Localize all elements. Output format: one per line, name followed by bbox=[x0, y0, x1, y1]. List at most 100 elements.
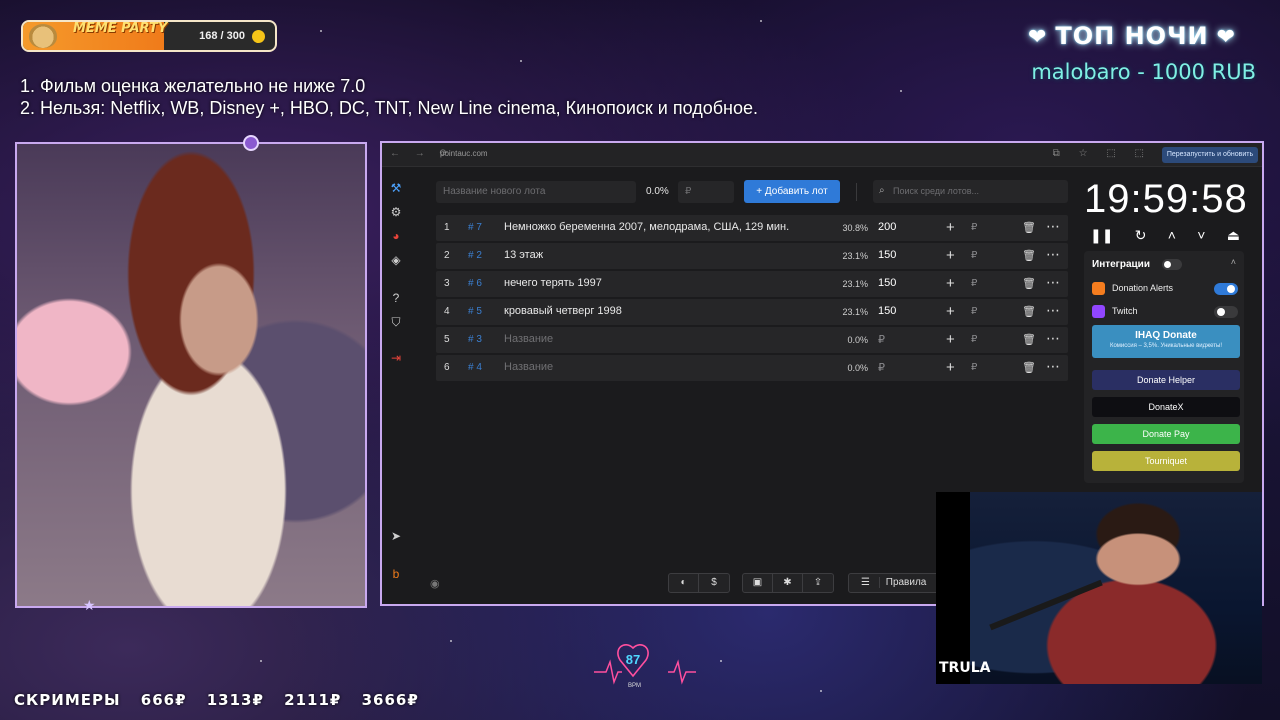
trash-icon[interactable]: 🗑 bbox=[1022, 361, 1036, 374]
donation-alerts-label: Donation Alerts bbox=[1112, 283, 1174, 293]
add-amount-icon[interactable]: + bbox=[946, 303, 955, 320]
pause-icon[interactable]: ❚❚ bbox=[1090, 227, 1113, 244]
doge-icon bbox=[29, 24, 57, 48]
lot-id: # 6 bbox=[468, 278, 482, 289]
new-lot-price-input[interactable]: ₽ bbox=[678, 181, 734, 203]
new-lot-input[interactable]: Название нового лота bbox=[436, 181, 636, 203]
list-icon: ☰ bbox=[855, 577, 880, 588]
app-sidebar: ⚒ ⚙ ◕ ◈ ? ⛉ ⇥ ➤ b bbox=[382, 167, 410, 604]
bug-icon[interactable]: ✱ bbox=[773, 574, 803, 592]
lot-name[interactable]: 13 этаж bbox=[504, 249, 543, 261]
shield-icon[interactable]: ⛉ bbox=[389, 315, 403, 329]
donation-alerts-icon bbox=[1092, 282, 1105, 295]
reset-icon[interactable]: ↻ bbox=[1135, 227, 1147, 244]
chevron-up-icon[interactable]: ˄ bbox=[1231, 257, 1236, 267]
github-icon[interactable]: ◐ bbox=[669, 574, 699, 592]
integrations-header: Интеграции bbox=[1092, 259, 1150, 270]
eye-icon[interactable]: ◉ bbox=[430, 577, 440, 590]
lot-row[interactable]: 5 # 3 Название 0.0% ₽ + ₽ 🗑 ⋯ bbox=[436, 327, 1068, 353]
integrations-toggle[interactable] bbox=[1162, 259, 1182, 270]
donation-alerts-toggle[interactable] bbox=[1214, 283, 1238, 295]
ihaq-donate-button[interactable]: IHAQ Donate Комиссия – 3,5%. Уникальные … bbox=[1092, 325, 1240, 358]
lot-amount[interactable]: ₽ bbox=[878, 361, 885, 374]
rules-button[interactable]: ☰ Правила bbox=[849, 574, 940, 592]
restart-button[interactable]: Перезапустить и обновить bbox=[1162, 147, 1258, 163]
timer-display: 19:59:58 bbox=[1084, 177, 1248, 221]
add-amount-icon[interactable]: + bbox=[946, 247, 955, 264]
add-lot-label: Добавить лот bbox=[764, 186, 828, 197]
lot-row[interactable]: 6 # 4 Название 0.0% ₽ + ₽ 🗑 ⋯ bbox=[436, 355, 1068, 381]
trash-icon[interactable]: 🗑 bbox=[1022, 305, 1036, 318]
lot-name[interactable]: Название bbox=[504, 333, 553, 345]
lot-row[interactable]: 3 # 6 нечего терять 1997 23.1% 150 + ₽ 🗑… bbox=[436, 271, 1068, 297]
hammer-icon[interactable]: ⚒ bbox=[389, 181, 403, 195]
lot-rub[interactable]: ₽ bbox=[971, 250, 977, 261]
dollar-icon[interactable]: $ bbox=[699, 574, 729, 592]
trash-icon[interactable]: 🗑 bbox=[1022, 277, 1036, 290]
coin-icon bbox=[252, 30, 265, 43]
trash-icon[interactable]: 🗑 bbox=[1022, 249, 1036, 262]
lot-row[interactable]: 4 # 5 кровавый четверг 1998 23.1% 150 + … bbox=[436, 299, 1068, 325]
more-icon[interactable]: ⋯ bbox=[1046, 246, 1060, 263]
more-icon[interactable]: ⋯ bbox=[1046, 218, 1060, 235]
more-icon[interactable]: ⋯ bbox=[1046, 330, 1060, 347]
chevron-down-icon[interactable]: ˅ bbox=[1197, 227, 1205, 244]
lot-rub[interactable]: ₽ bbox=[971, 278, 977, 289]
donate-pay-button[interactable]: Donate Pay bbox=[1092, 424, 1240, 444]
add-lot-button[interactable]: + Добавить лот bbox=[744, 180, 840, 203]
pie-chart-icon[interactable]: ◕ bbox=[389, 229, 403, 243]
help-icon[interactable]: ? bbox=[389, 291, 403, 305]
tourniquet-button[interactable]: Tourniquet bbox=[1092, 451, 1240, 471]
trash-icon[interactable]: 🗑 bbox=[1022, 333, 1036, 346]
save-icon[interactable]: ▣ bbox=[743, 574, 773, 592]
lot-number: 1 bbox=[444, 222, 450, 233]
donatex-button[interactable]: DonateX bbox=[1092, 397, 1240, 417]
url-text[interactable]: pointauc.com bbox=[440, 149, 488, 158]
more-icon[interactable]: ⋯ bbox=[1046, 302, 1060, 319]
donate-helper-button[interactable]: Donate Helper bbox=[1092, 370, 1240, 390]
lot-name[interactable]: Немножко беременна 2007, мелодрама, США,… bbox=[504, 221, 789, 233]
more-icon[interactable]: ⋯ bbox=[1046, 274, 1060, 291]
lot-amount[interactable]: 150 bbox=[878, 277, 896, 289]
lot-percent: 23.1% bbox=[842, 251, 868, 261]
lot-name[interactable]: нечего терять 1997 bbox=[504, 277, 602, 289]
trash-icon[interactable]: 🗑 bbox=[1022, 221, 1036, 234]
add-amount-icon[interactable]: + bbox=[946, 331, 955, 348]
chevron-up-icon[interactable]: ˄ bbox=[1168, 227, 1176, 244]
max-icon[interactable]: ⏏ bbox=[1227, 227, 1240, 244]
lot-amount[interactable]: ₽ bbox=[878, 333, 885, 346]
lot-rub[interactable]: ₽ bbox=[971, 222, 977, 233]
lot-rub[interactable]: ₽ bbox=[971, 334, 977, 345]
extension-icons[interactable]: ⧉ ☆ ⬚ ⬚ bbox=[1053, 148, 1152, 159]
add-amount-icon[interactable]: + bbox=[946, 219, 955, 236]
export-icon[interactable]: ⇪ bbox=[803, 574, 833, 592]
lot-rub[interactable]: ₽ bbox=[971, 362, 977, 373]
logout-icon[interactable]: ⇥ bbox=[389, 351, 403, 365]
lot-number: 5 bbox=[444, 334, 450, 345]
add-amount-icon[interactable]: + bbox=[946, 359, 955, 376]
lot-name[interactable]: кровавый четверг 1998 bbox=[504, 305, 622, 317]
lot-name[interactable]: Название bbox=[504, 361, 553, 373]
lot-id: # 4 bbox=[468, 362, 482, 373]
boosty-icon[interactable]: b bbox=[389, 567, 403, 581]
twitch-toggle[interactable] bbox=[1214, 306, 1238, 318]
search-icon: ⌕ bbox=[879, 185, 885, 196]
top-donor: malobaro - 1000 RUB bbox=[1031, 60, 1256, 84]
telegram-icon[interactable]: ➤ bbox=[389, 529, 403, 543]
lot-amount[interactable]: 150 bbox=[878, 249, 896, 261]
more-icon[interactable]: ⋯ bbox=[1046, 358, 1060, 375]
search-input[interactable]: ⌕ Поиск среди лотов... bbox=[873, 180, 1068, 203]
toolbar-divider bbox=[856, 183, 857, 201]
lot-row[interactable]: 1 # 7 Немножко беременна 2007, мелодрама… bbox=[436, 215, 1068, 241]
lot-rub[interactable]: ₽ bbox=[971, 306, 977, 317]
layers-icon[interactable]: ◈ bbox=[389, 253, 403, 267]
lot-number: 6 bbox=[444, 362, 450, 373]
lot-row[interactable]: 2 # 2 13 этаж 23.1% 150 + ₽ 🗑 ⋯ bbox=[436, 243, 1068, 269]
gear-icon[interactable]: ⚙ bbox=[389, 205, 403, 219]
lot-amount[interactable]: 150 bbox=[878, 305, 896, 317]
add-amount-icon[interactable]: + bbox=[946, 275, 955, 292]
lot-amount[interactable]: 200 bbox=[878, 221, 896, 233]
twitch-icon bbox=[1092, 305, 1105, 318]
search-placeholder: Поиск среди лотов... bbox=[893, 186, 980, 196]
lot-number: 3 bbox=[444, 278, 450, 289]
